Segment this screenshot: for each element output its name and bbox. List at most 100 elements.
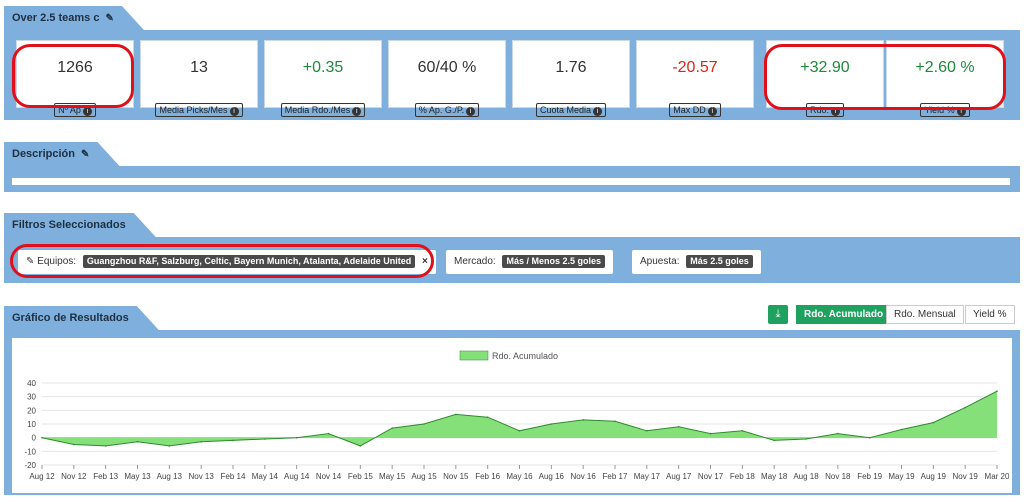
x-tick-label: May 18 [761,472,788,481]
x-tick-label: May 15 [379,472,406,481]
data-point [773,439,775,442]
stat-label[interactable]: Rdo. i [805,103,844,117]
data-point [486,416,489,418]
description-tab: Descripción ✎ [4,142,119,166]
stat-label[interactable]: % Ap. G./P. i [414,103,480,117]
mercado-label: Mercado: [454,256,496,267]
equipos-label: Equipos: [37,256,77,267]
strategy-title-tab: Over 2.5 teams c ✎ [4,6,144,30]
x-tick-label: Aug 12 [29,472,55,481]
stat-box: 1.76 Cuota Media i [512,40,630,117]
stat-box: 1266 Nº Ap i [16,40,134,117]
data-point [964,406,966,409]
stat-value: 1.76 [555,59,587,76]
stat-label-text: Max DD [673,105,706,115]
stat-label[interactable]: Yield % i [920,103,970,117]
data-point [455,413,457,416]
x-tick-label: Mar 20 [985,472,1010,481]
x-tick-label: May 16 [506,472,533,481]
x-tick-label: Nov 16 [570,472,596,481]
stat-value: 60/40 % [417,59,477,76]
stat-box: 13 Media Picks/Mes i [140,40,258,117]
description-content [12,178,1010,185]
mercado-value: Más / Menos 2.5 goles [502,255,605,268]
x-tick-label: Aug 15 [411,472,437,481]
x-tick-label: Nov 13 [188,472,214,481]
legend-label: Rdo. Acumulado [492,351,558,361]
x-tick-label: Feb 13 [93,472,118,481]
data-point [868,436,871,439]
results-tab: Gráfico de Resultados [4,306,159,330]
yield-button[interactable]: Yield % [965,305,1015,324]
info-icon[interactable]: i [82,107,92,116]
x-tick-label: Feb 18 [730,472,755,481]
data-point [709,432,712,435]
stat-label[interactable]: Cuota Media i [535,103,607,117]
remove-filter-icon[interactable]: × [422,256,428,267]
x-tick-label: Nov 12 [61,472,87,481]
pencil-icon[interactable]: ✎ [106,13,114,24]
info-icon[interactable]: i [229,107,239,116]
stat-box: -20.57 Max DD i [636,40,754,117]
stat-label[interactable]: Max DD i [669,103,721,117]
info-icon[interactable]: i [707,107,717,116]
x-tick-label: Aug 19 [921,472,947,481]
x-tick-label: Feb 17 [603,472,628,481]
x-tick-label: Aug 14 [284,472,310,481]
info-icon[interactable]: i [593,107,603,116]
info-icon[interactable]: i [831,107,840,116]
rdo-mensual-button[interactable]: Rdo. Mensual [886,305,964,324]
y-tick-label: 40 [27,379,36,388]
x-tick-label: Feb 15 [348,472,373,481]
x-tick-label: May 17 [634,472,661,481]
y-tick-label: 10 [27,420,36,429]
data-point [359,445,362,447]
equipos-filter: ✎ Equipos: Guangzhou R&F, Salzburg, Celt… [18,250,436,274]
stat-label-text: Media Rdo./Mes [284,105,351,115]
x-tick-label: Aug 17 [666,472,692,481]
stat-box: +2.60 % Yield % i [886,40,1004,117]
equipos-value: Guangzhou R&F, Salzburg, Celtic, Bayern … [82,255,416,268]
data-point [423,423,425,425]
stat-label-text: % Ap. G./P. [418,105,465,115]
data-point [264,438,266,440]
stat-value: -20.57 [672,59,718,76]
legend-swatch [459,350,489,361]
info-icon[interactable]: i [956,107,966,116]
data-point [73,443,75,446]
y-tick-label: -10 [24,447,36,456]
info-icon[interactable]: i [352,107,362,116]
y-tick-label: -20 [24,461,36,470]
data-point [168,445,171,447]
stat-box: +0.35 Media Rdo./Mes i [264,40,382,117]
download-icon[interactable]: ⤓ [768,305,788,324]
results-chart: Rdo. Acumulado -20 -10 0 10 20 30 40 Aug 12 Nov 1… [12,338,1012,493]
filters-title: Filtros Seleccionados [12,219,126,231]
stat-label-text: Yield % [924,105,955,115]
y-tick-label: 20 [27,406,36,415]
stat-label[interactable]: Media Rdo./Mes i [280,103,366,117]
stat-label[interactable]: Nº Ap i [54,103,96,117]
strategy-title: Over 2.5 teams c [12,12,100,24]
x-tick-label: Aug 13 [157,472,183,481]
pencil-icon[interactable]: ✎ [26,256,34,267]
data-point [136,441,139,443]
mercado-filter: Mercado: Más / Menos 2.5 goles [446,250,613,274]
stat-value: 13 [190,59,208,76]
data-point [518,430,521,432]
y-tick-label: 30 [27,393,36,402]
x-tick-label: May 19 [888,472,915,481]
stat-label-text: Nº Ap [58,105,81,115]
x-tick-label: Aug 18 [793,472,819,481]
rdo-acumulado-button[interactable]: Rdo. Acumulado [796,305,892,324]
stat-label[interactable]: Media Picks/Mes i [155,103,243,117]
x-tick-label: May 13 [124,472,151,481]
apuesta-label: Apuesta: [640,256,680,267]
pencil-icon[interactable]: ✎ [81,149,89,160]
data-point [614,420,616,423]
stat-label-text: Cuota Media [539,105,592,115]
x-tick-label: Feb 14 [221,472,246,481]
apuesta-value: Más 2.5 goles [686,255,753,268]
info-icon[interactable]: i [466,107,476,116]
x-tick-label: Nov 14 [316,472,342,481]
